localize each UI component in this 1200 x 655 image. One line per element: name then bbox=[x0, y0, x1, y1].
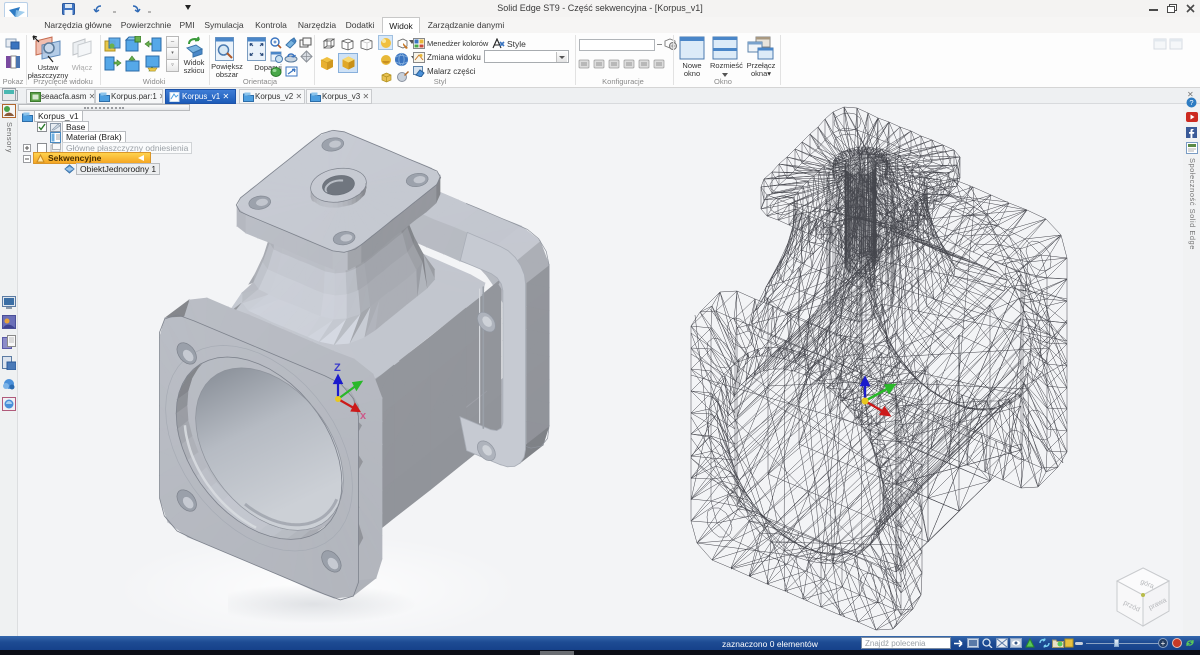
svg-text:Z: Z bbox=[334, 362, 341, 374]
svg-text:?: ? bbox=[1189, 98, 1193, 107]
svg-text:x: x bbox=[360, 410, 367, 422]
